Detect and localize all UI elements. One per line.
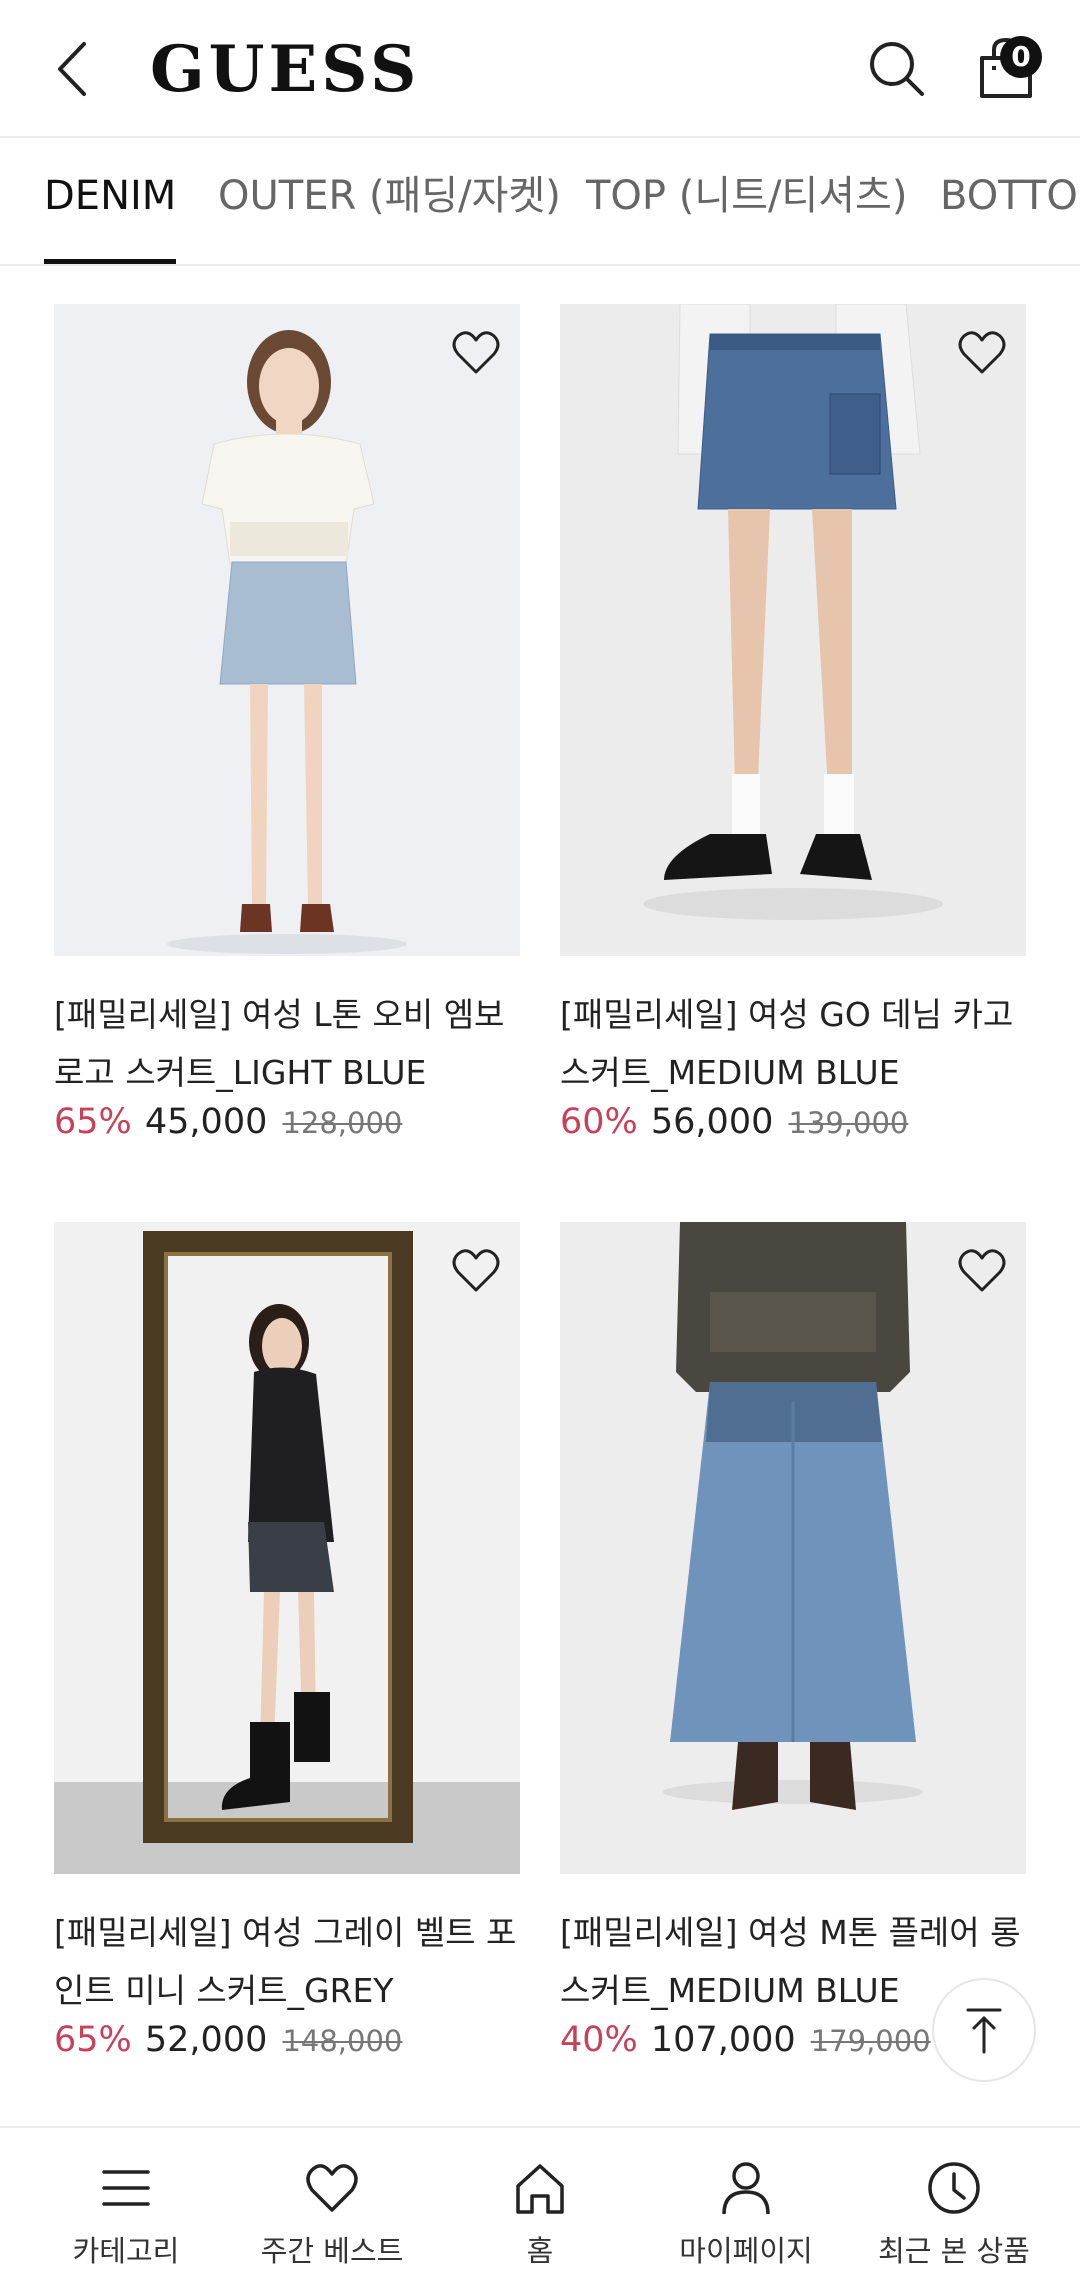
original-price: 148,000 [282,2024,403,2058]
heart-icon [306,2164,358,2212]
discount-rate: 65% [54,2020,132,2060]
nav-label: 마이페이지 [679,2234,813,2268]
app-header: GUESS 0 [0,0,1080,138]
back-button[interactable] [44,34,104,104]
wishlist-heart-icon[interactable] [956,328,1008,376]
menu-icon [102,2170,150,2206]
clock-icon [928,2162,980,2214]
tab-denim[interactable]: DENIM [44,140,177,264]
nav-recently-viewed[interactable]: 최근 본 상품 [846,2128,1062,2286]
tab-outer[interactable]: OUTER (패딩/자켓) [218,140,561,264]
original-price: 128,000 [282,1106,403,1140]
price-row: 65% 52,000 148,000 [54,2010,402,2070]
wishlist-heart-icon[interactable] [450,328,502,376]
nav-home[interactable]: 홈 [432,2128,648,2286]
sale-price: 45,000 [144,1102,268,1142]
search-button[interactable] [862,34,932,104]
product-title[interactable]: [패밀리세일] 여성 L톤 오비 엠보로고 스커트_LIGHT BLUE [54,986,520,1102]
sale-price: 52,000 [144,2020,268,2060]
product-image[interactable] [54,304,520,956]
brand-logo[interactable]: GUESS [150,30,420,110]
sale-price: 107,000 [650,2020,796,2060]
nav-label: 홈 [526,2234,554,2268]
price-row: 60% 56,000 139,000 [560,1092,908,1152]
wishlist-heart-icon[interactable] [450,1246,502,1294]
home-icon [516,2164,564,2214]
discount-rate: 65% [54,1102,132,1142]
original-price: 139,000 [788,1106,909,1140]
bottom-navigation: 카테고리 주간 베스트 홈 마이페이지 최근 본 상품 [0,2126,1080,2284]
user-icon [722,2162,770,2215]
sale-price: 56,000 [650,1102,774,1142]
tab-top[interactable]: TOP (니트/티셔츠) [586,140,907,264]
nav-label: 주간 베스트 [260,2234,404,2268]
arrow-up-icon [966,2008,1002,2054]
tab-bottom[interactable]: BOTTOM [940,140,1080,264]
price-row: 40% 107,000 179,000 [560,2010,931,2070]
scroll-to-top-button[interactable] [932,1978,1036,2082]
product-title[interactable]: [패밀리세일] 여성 그레이 벨트 포인트 미니 스커트_GREY [54,1904,520,2020]
product-image[interactable] [54,1222,520,1874]
nav-weekly-best[interactable]: 주간 베스트 [224,2128,440,2286]
original-price: 179,000 [810,2024,931,2058]
nav-mypage[interactable]: 마이페이지 [638,2128,854,2286]
nav-label: 카테고리 [72,2234,180,2268]
search-icon [870,42,924,96]
nav-category[interactable]: 카테고리 [18,2128,234,2286]
nav-label: 최근 본 상품 [878,2234,1030,2268]
back-arrow-icon [58,42,86,96]
category-tabs: DENIM OUTER (패딩/자켓) TOP (니트/티셔츠) BOTTOM [0,140,1080,266]
product-image[interactable] [560,304,1026,956]
product-image[interactable] [560,1222,1026,1874]
discount-rate: 60% [560,1102,638,1142]
discount-rate: 40% [560,2020,638,2060]
wishlist-heart-icon[interactable] [956,1246,1008,1294]
cart-count-badge: 0 [1000,36,1042,78]
price-row: 65% 45,000 128,000 [54,1092,402,1152]
product-title[interactable]: [패밀리세일] 여성 GO 데님 카고 스커트_MEDIUM BLUE [560,986,1026,1102]
